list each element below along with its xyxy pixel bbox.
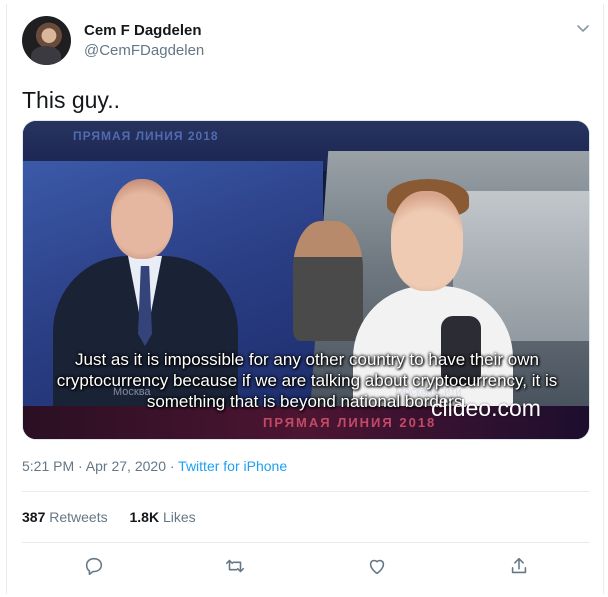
tweet-meta: 5:21 PM · Apr 27, 2020 · Twitter for iPh… — [22, 458, 287, 474]
video-person-left-head — [111, 179, 173, 259]
tweet-timestamp[interactable]: 5:21 PM · Apr 27, 2020 · — [22, 458, 175, 474]
heart-icon[interactable] — [366, 555, 390, 579]
retweets-label: Retweets — [49, 509, 108, 525]
chevron-down-icon[interactable] — [576, 22, 590, 36]
divider — [22, 542, 590, 543]
author-name[interactable]: Cem F Dagdelen — [84, 22, 202, 39]
retweet-icon[interactable] — [224, 555, 248, 579]
retweets-count: 387 — [22, 509, 46, 525]
avatar[interactable] — [22, 16, 71, 65]
video-banner-top: ПРЯМАЯ ЛИНИЯ 2018 — [73, 129, 219, 143]
reply-icon[interactable] — [83, 555, 107, 579]
tweet-stats: 387 Retweets 1.8K Likes — [22, 509, 214, 525]
tweet-media-video[interactable]: ПРЯМАЯ ЛИНИЯ 2018 ПРЯМАЯ ЛИНИЯ 2018 Моск… — [22, 120, 590, 440]
tweet-source-link[interactable]: Twitter for iPhone — [178, 458, 287, 474]
video-person-right-head — [391, 191, 463, 291]
retweets-stat[interactable]: 387 Retweets — [22, 509, 108, 525]
tweet-actions — [0, 555, 608, 581]
likes-count: 1.8K — [129, 509, 160, 525]
likes-stat[interactable]: 1.8K Likes — [130, 509, 196, 525]
video-background-person — [293, 221, 363, 341]
video-banner-bottom: ПРЯМАЯ ЛИНИЯ 2018 — [263, 415, 437, 430]
likes-label: Likes — [162, 509, 196, 525]
author-handle[interactable]: @CemFDagdelen — [84, 42, 204, 59]
share-icon[interactable] — [508, 555, 532, 579]
divider — [22, 491, 590, 492]
tweet-text: This guy.. — [22, 87, 120, 113]
video-watermark: clideo.com — [431, 395, 541, 421]
